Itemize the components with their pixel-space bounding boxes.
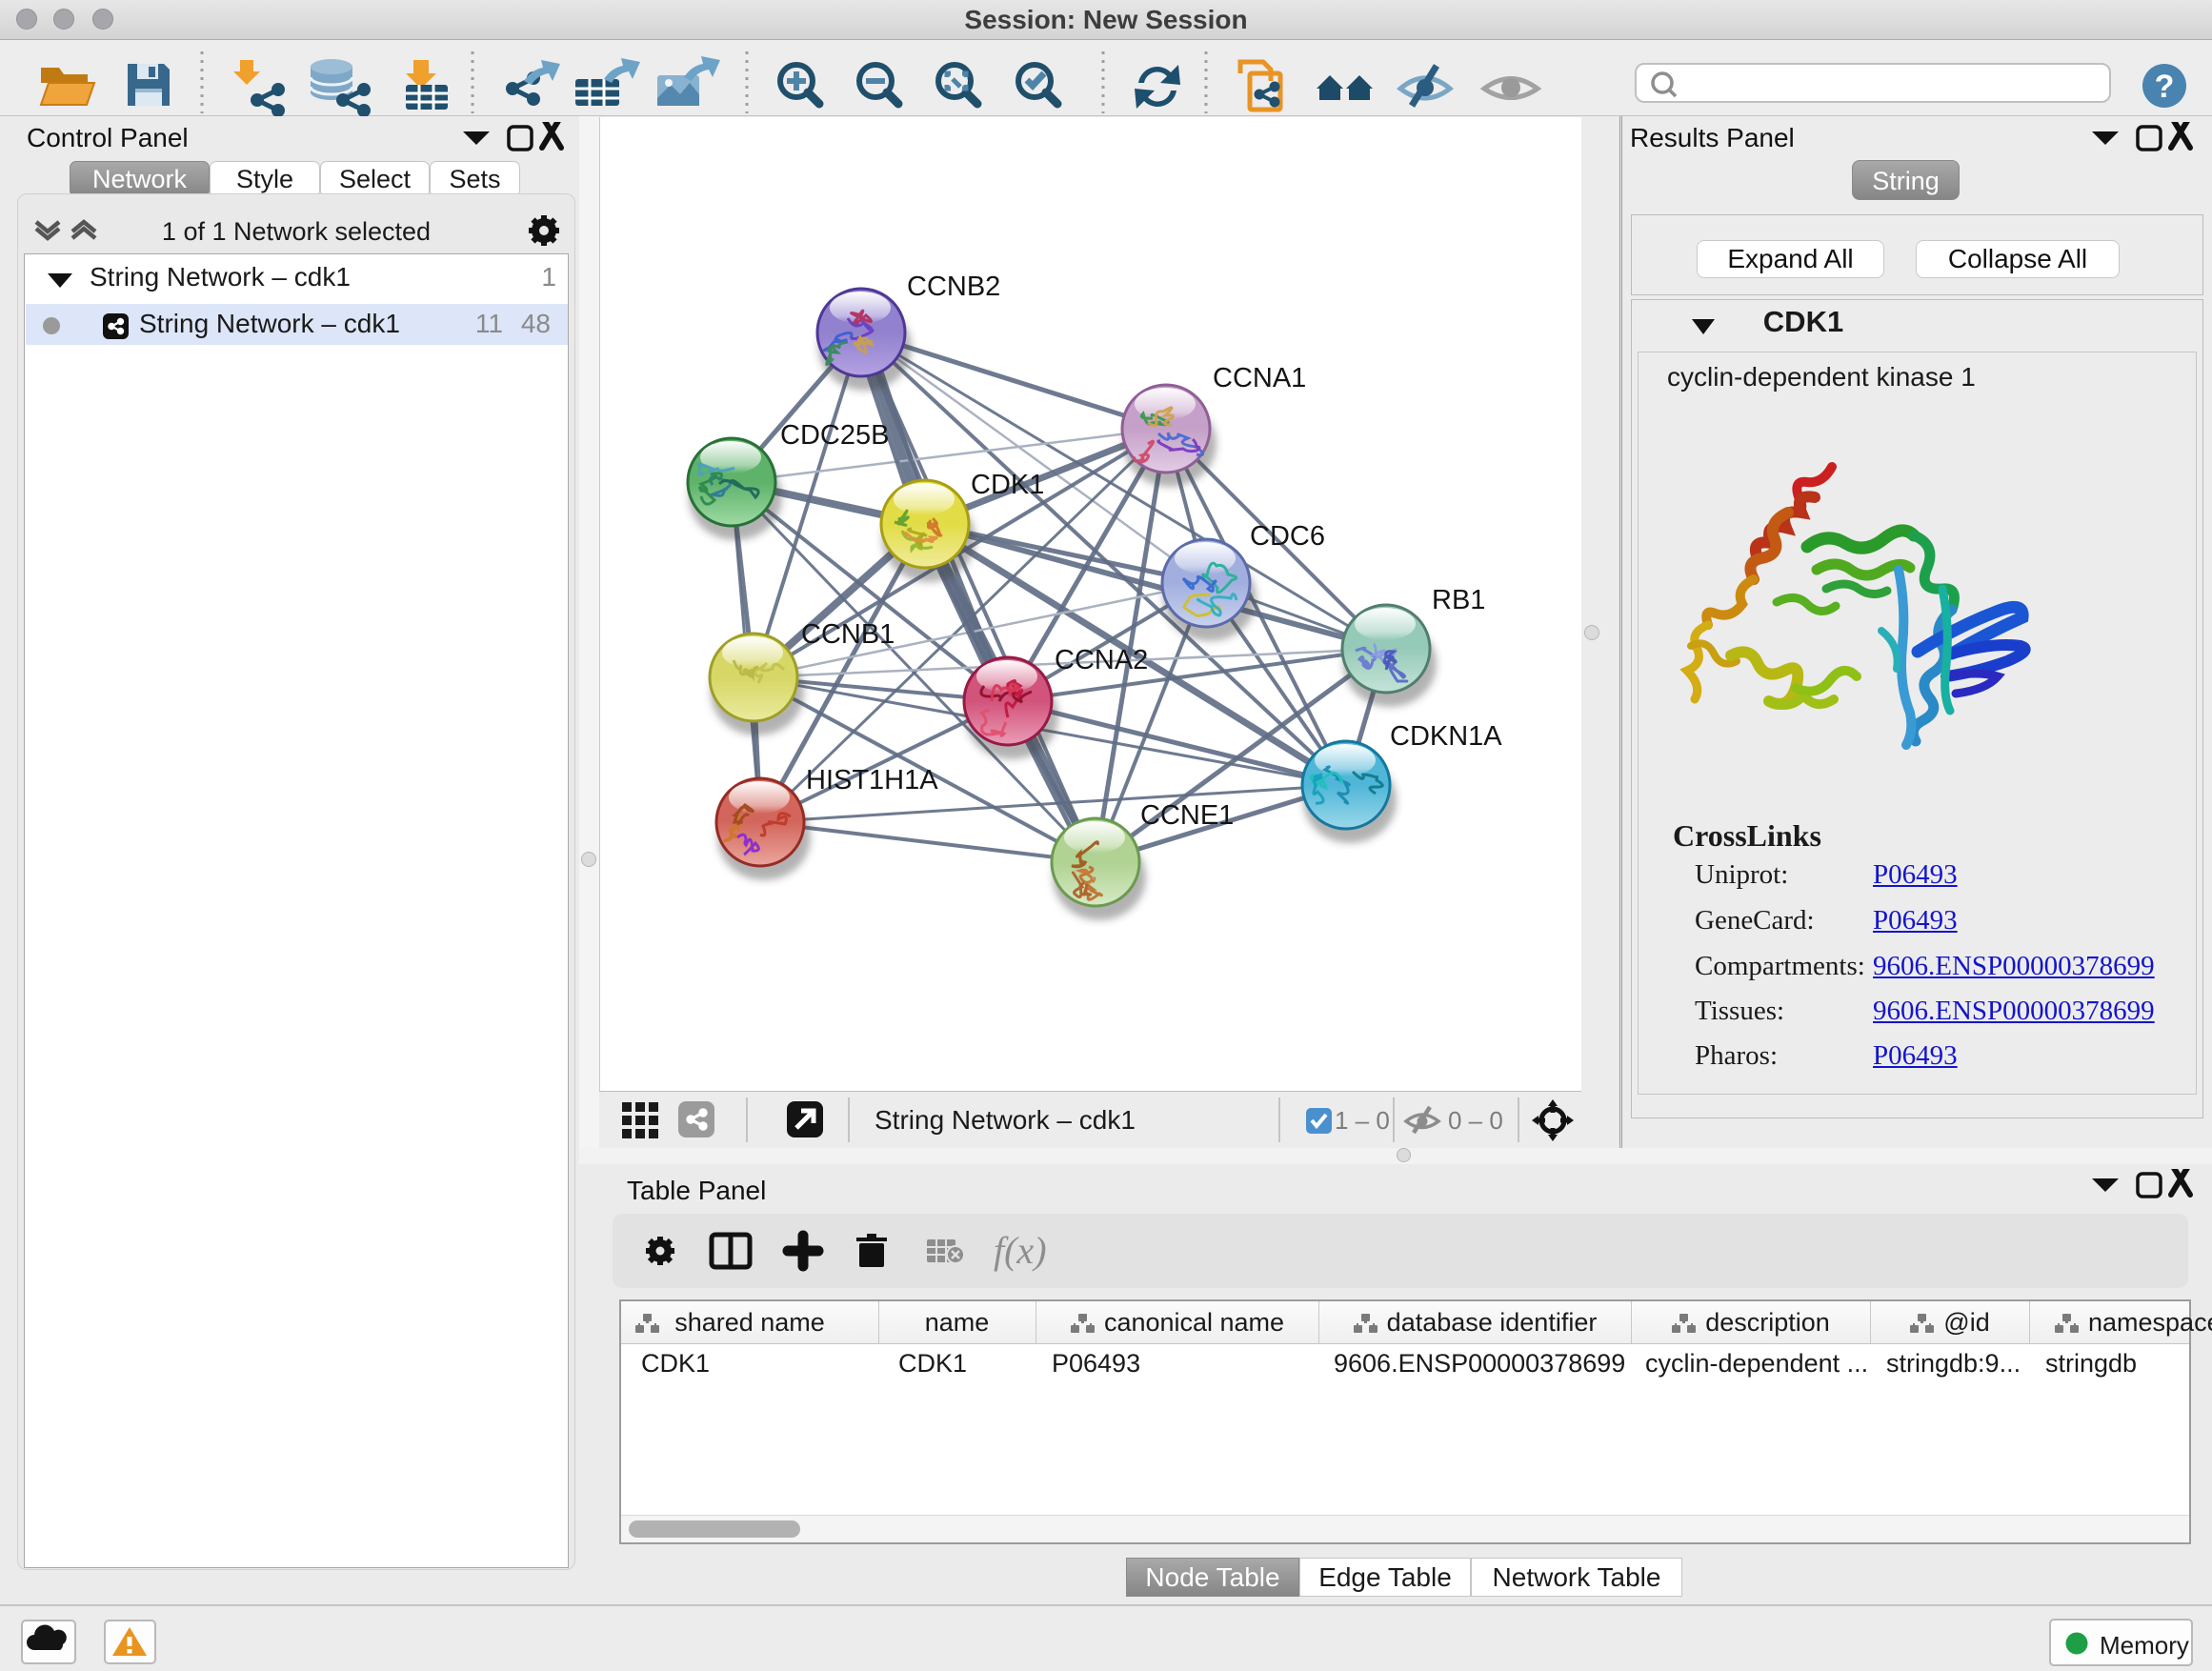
svg-text:CCNA1: CCNA1: [1213, 363, 1306, 393]
svg-text:CDKN1A: CDKN1A: [1390, 721, 1502, 752]
svg-text:String Network – cdk1: String Network – cdk1: [875, 1105, 1136, 1135]
svg-text:HIST1H1A: HIST1H1A: [806, 765, 938, 795]
svg-text:CCNE1: CCNE1: [1140, 800, 1234, 831]
svg-text:CCNB1: CCNB1: [801, 619, 895, 650]
svg-text:CCNB2: CCNB2: [907, 272, 1000, 302]
svg-text:RB1: RB1: [1432, 585, 1485, 615]
svg-text:CCNA2: CCNA2: [1055, 645, 1148, 675]
svg-text:?: ?: [2155, 69, 2175, 105]
svg-text:CDC25B: CDC25B: [780, 420, 889, 451]
svg-text:CDK1: CDK1: [971, 470, 1044, 500]
svg-text:0 – 0: 0 – 0: [1448, 1106, 1503, 1135]
svg-text:CDC6: CDC6: [1250, 521, 1325, 552]
svg-text:f(x): f(x): [994, 1229, 1047, 1272]
svg-text:1 – 0: 1 – 0: [1335, 1106, 1390, 1135]
